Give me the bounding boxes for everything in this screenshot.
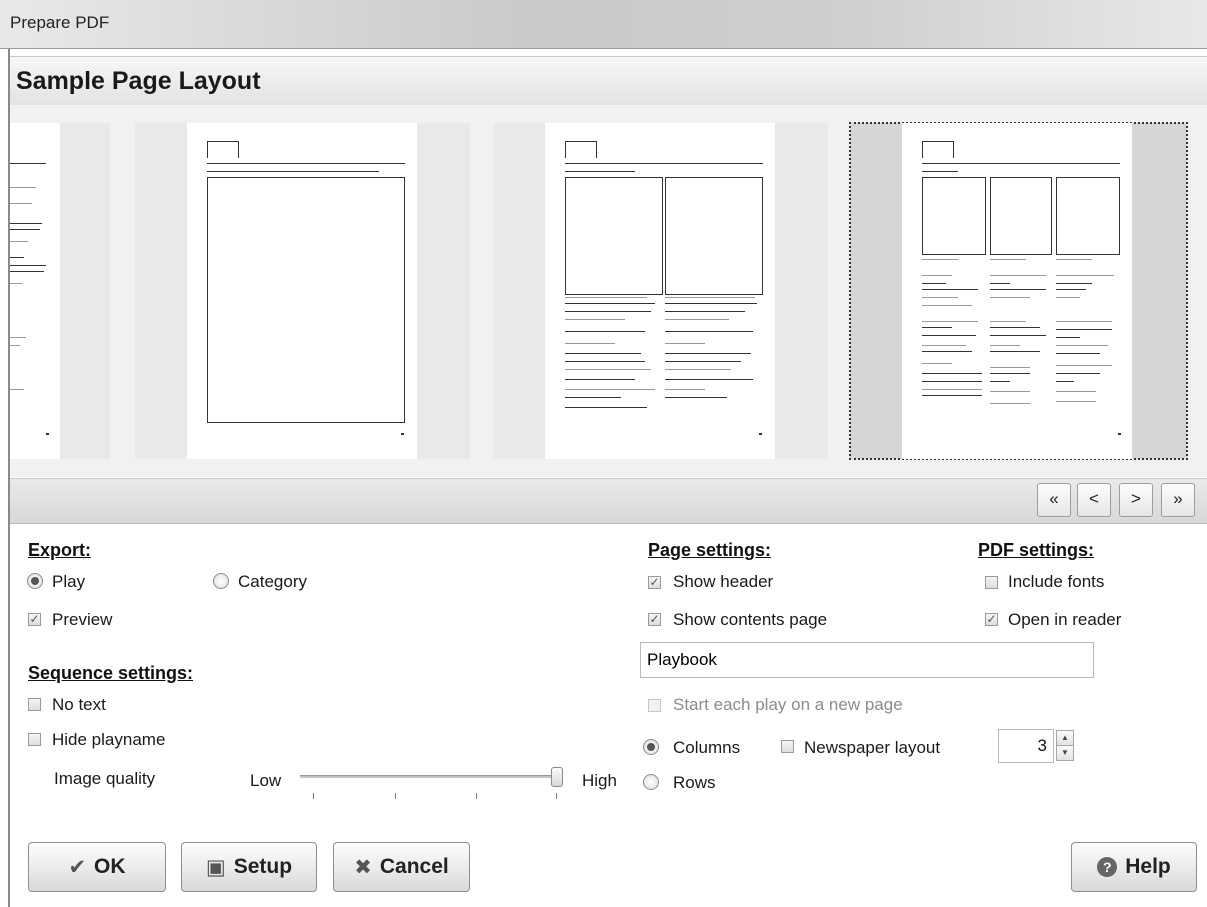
previous-page-button[interactable]: < bbox=[1077, 483, 1111, 517]
newspaper-layout-checkbox[interactable] bbox=[781, 740, 794, 753]
layout-option-4-selected[interactable] bbox=[849, 122, 1188, 460]
image-quality-slider-thumb[interactable] bbox=[551, 767, 563, 787]
slider-tick bbox=[395, 793, 396, 799]
cross-icon: ✖ bbox=[354, 855, 372, 879]
newspaper-layout-label[interactable]: Newspaper layout bbox=[804, 738, 940, 758]
last-page-button[interactable]: » bbox=[1161, 483, 1195, 517]
show-header-checkbox[interactable]: ✓ bbox=[648, 576, 661, 589]
include-fonts-checkbox[interactable] bbox=[985, 576, 998, 589]
window-titlebar: Prepare PDF bbox=[0, 0, 1207, 49]
page-thumbnail bbox=[545, 123, 775, 459]
export-category-label[interactable]: Category bbox=[238, 572, 307, 592]
layout-preview-strip bbox=[10, 105, 1207, 477]
section-header: Sample Page Layout bbox=[10, 56, 1207, 106]
spin-down-icon[interactable]: ▼ bbox=[1056, 745, 1074, 761]
preview-checkbox[interactable]: ✓ bbox=[28, 613, 41, 626]
image-quality-label: Image quality bbox=[54, 769, 156, 788]
export-heading: Export: bbox=[28, 540, 91, 560]
page-settings-heading: Page settings: bbox=[648, 540, 772, 560]
section-title: Sample Page Layout bbox=[16, 67, 261, 95]
columns-label[interactable]: Columns bbox=[673, 738, 740, 758]
export-play-radio[interactable] bbox=[27, 573, 43, 589]
camera-icon: ▣ bbox=[205, 855, 226, 879]
no-text-checkbox[interactable] bbox=[28, 698, 41, 711]
open-in-reader-label[interactable]: Open in reader bbox=[1008, 610, 1121, 630]
show-contents-page-checkbox[interactable]: ✓ bbox=[648, 613, 661, 626]
cancel-button[interactable]: ✖ Cancel bbox=[333, 842, 470, 892]
preview-navigation: « < > » bbox=[10, 478, 1207, 524]
hide-playname-label[interactable]: Hide playname bbox=[52, 730, 165, 750]
rows-radio[interactable] bbox=[643, 774, 659, 790]
first-page-button[interactable]: « bbox=[1037, 483, 1071, 517]
page-thumbnail bbox=[902, 123, 1132, 459]
include-fonts-label[interactable]: Include fonts bbox=[1008, 572, 1104, 592]
preview-label[interactable]: Preview bbox=[52, 610, 112, 630]
show-header-label[interactable]: Show header bbox=[673, 572, 773, 592]
slider-tick bbox=[556, 793, 557, 799]
layout-option-1[interactable] bbox=[10, 123, 110, 459]
window-title: Prepare PDF bbox=[10, 13, 110, 32]
pdf-settings-heading: PDF settings: bbox=[978, 540, 1095, 560]
spin-up-icon[interactable]: ▲ bbox=[1056, 730, 1074, 746]
quality-high-label: High bbox=[582, 771, 617, 790]
image-quality-slider-track[interactable] bbox=[300, 775, 560, 778]
check-icon: ✔ bbox=[68, 855, 87, 879]
start-each-play-checkbox bbox=[648, 699, 661, 712]
cancel-label: Cancel bbox=[379, 855, 449, 878]
layout-option-2[interactable] bbox=[135, 123, 470, 459]
show-contents-page-label[interactable]: Show contents page bbox=[673, 610, 827, 630]
columns-count-input[interactable]: 3 bbox=[998, 729, 1054, 763]
slider-tick bbox=[476, 793, 477, 799]
no-text-label[interactable]: No text bbox=[52, 695, 106, 715]
ok-button[interactable]: ✔ OK bbox=[28, 842, 166, 892]
page-thumbnail bbox=[10, 123, 60, 459]
help-button[interactable]: ? Help bbox=[1071, 842, 1197, 892]
layout-option-3[interactable] bbox=[493, 123, 828, 459]
help-label: Help bbox=[1125, 855, 1171, 878]
hide-playname-checkbox[interactable] bbox=[28, 733, 41, 746]
next-page-button[interactable]: > bbox=[1119, 483, 1153, 517]
open-in-reader-checkbox[interactable]: ✓ bbox=[985, 613, 998, 626]
ok-label: OK bbox=[94, 855, 126, 878]
slider-tick bbox=[313, 793, 314, 799]
sequence-settings-heading: Sequence settings: bbox=[28, 663, 194, 683]
setup-button[interactable]: ▣ Setup bbox=[181, 842, 317, 892]
export-play-label[interactable]: Play bbox=[52, 572, 85, 592]
columns-radio[interactable] bbox=[643, 739, 659, 755]
quality-low-label: Low bbox=[250, 771, 282, 790]
export-category-radio[interactable] bbox=[213, 573, 229, 589]
playbook-title-input[interactable] bbox=[640, 642, 1094, 678]
page-thumbnail bbox=[187, 123, 417, 459]
start-each-play-label: Start each play on a new page bbox=[673, 695, 903, 714]
rows-label[interactable]: Rows bbox=[673, 773, 716, 793]
setup-label: Setup bbox=[233, 855, 293, 878]
help-icon: ? bbox=[1097, 857, 1118, 877]
